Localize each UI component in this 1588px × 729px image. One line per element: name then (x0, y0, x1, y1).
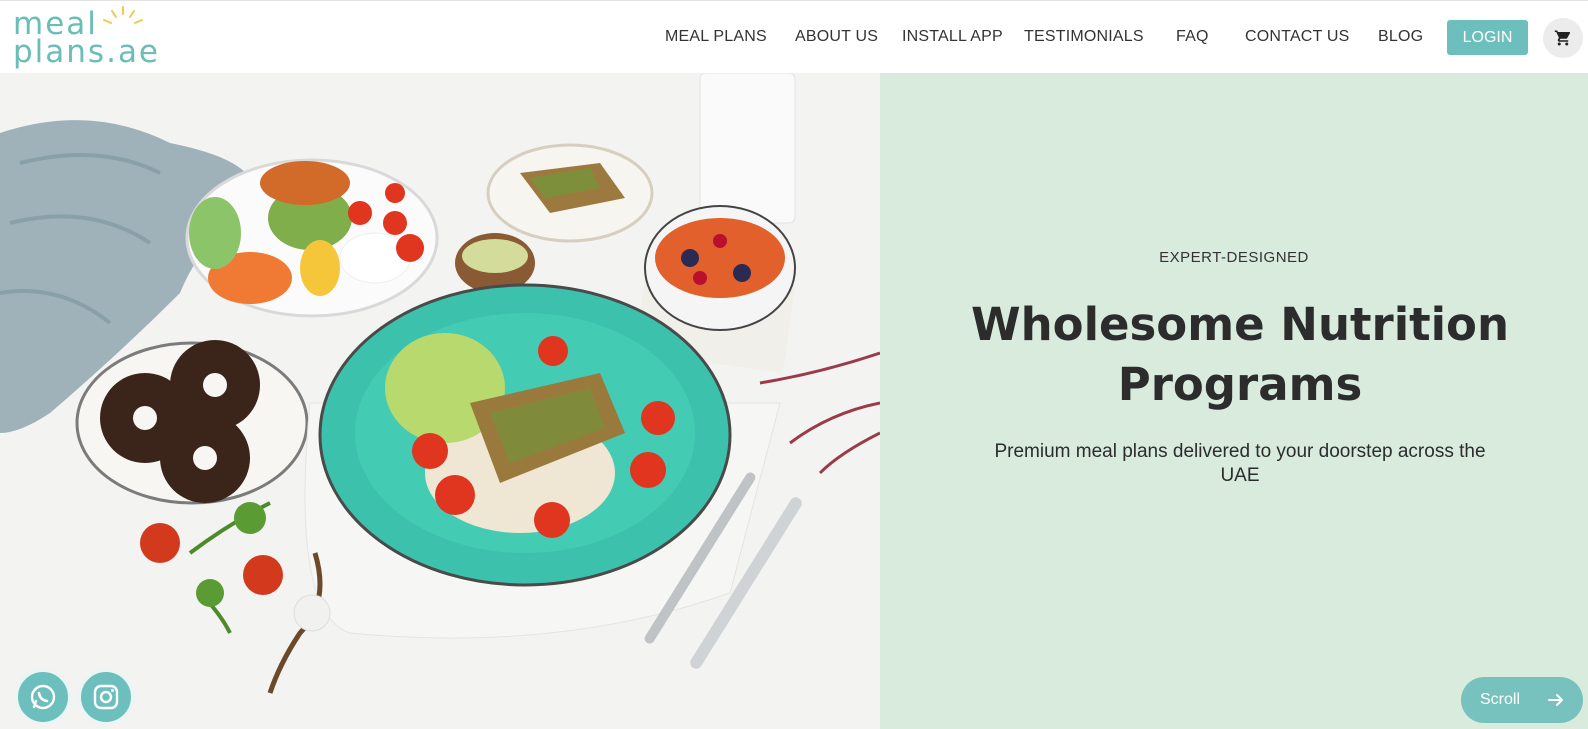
logo-text-line2: plans.ae (13, 34, 161, 70)
hero-text-panel: EXPERT-DESIGNED Wholesome Nutrition Prog… (880, 73, 1588, 729)
nav-blog[interactable]: BLOG (1378, 28, 1423, 46)
nav-install-app[interactable]: INSTALL APP (902, 28, 1003, 46)
arrow-right-icon (1548, 694, 1563, 706)
food-spread-illustration (0, 73, 880, 729)
nav-testimonials[interactable]: TESTIMONIALS (1024, 28, 1144, 46)
hero-headline: Wholesome Nutrition Programs (970, 298, 1510, 411)
hero-food-image (0, 73, 880, 729)
cart-icon (1554, 30, 1571, 46)
instagram-icon (93, 684, 119, 710)
nav-meal-plans[interactable]: MEAL PLANS (665, 28, 767, 46)
whatsapp-icon (30, 684, 56, 710)
sun-rays-icon (103, 6, 143, 24)
site-logo[interactable]: meal plans.ae (13, 6, 163, 71)
scroll-label: Scroll (1480, 691, 1521, 708)
nav-contact-us[interactable]: CONTACT US (1245, 28, 1350, 46)
nav-about-us[interactable]: ABOUT US (795, 28, 878, 46)
cart-button[interactable] (1543, 18, 1583, 58)
nav-faq[interactable]: FAQ (1176, 28, 1209, 46)
scroll-button[interactable]: Scroll (1461, 677, 1583, 723)
instagram-button[interactable] (78, 669, 134, 725)
hero-subline: Premium meal plans delivered to your doo… (994, 441, 1486, 486)
login-button[interactable]: LOGIN (1447, 20, 1528, 55)
hero-eyebrow: EXPERT-DESIGNED (1159, 249, 1309, 266)
whatsapp-button[interactable] (15, 669, 71, 725)
site-header: meal plans.ae MEAL PLANS ABOUT US INSTAL… (0, 0, 1588, 73)
